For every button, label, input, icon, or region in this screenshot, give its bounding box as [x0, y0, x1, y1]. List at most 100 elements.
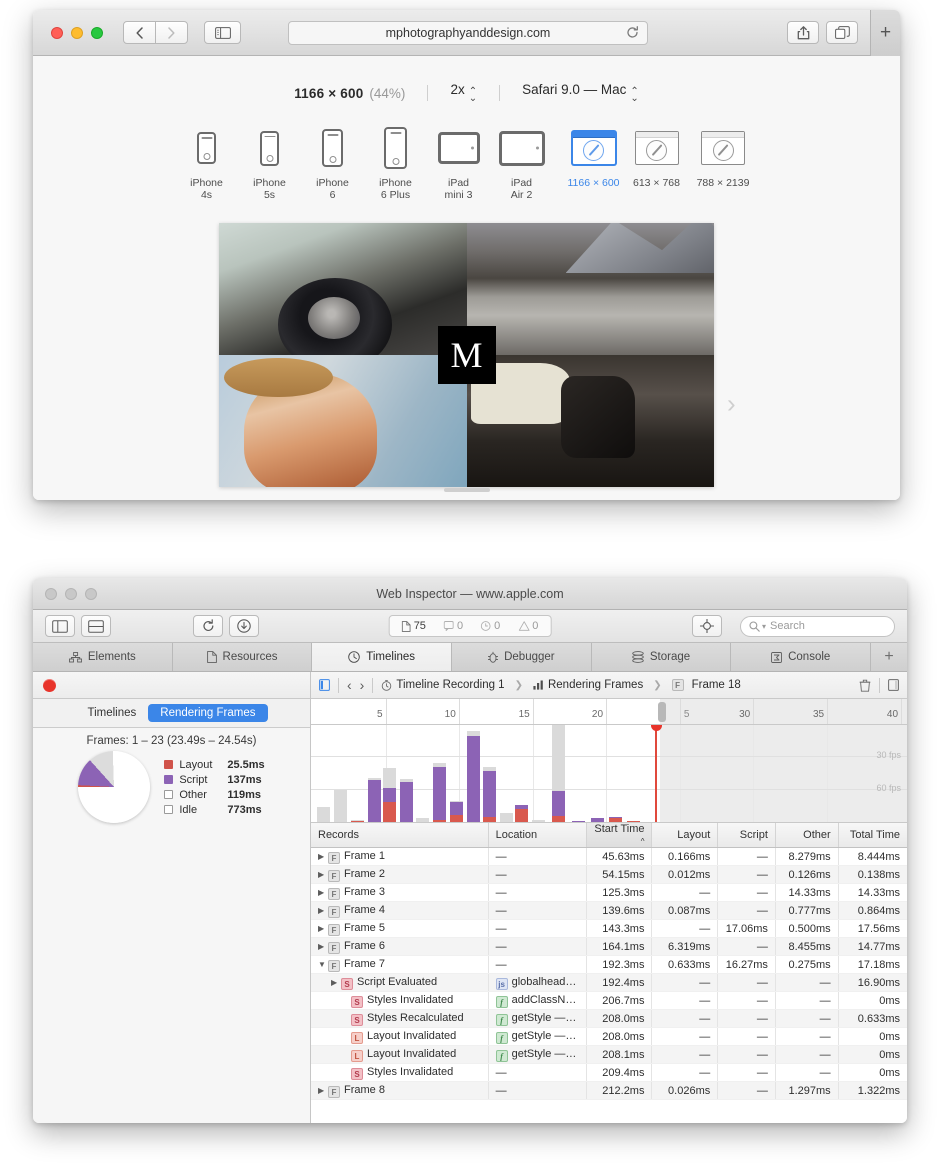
new-tab-button[interactable]: + — [870, 10, 900, 56]
table-row[interactable]: ▶ F Frame 3—125.3ms — —14.33ms 14.33ms — [311, 883, 907, 902]
timeline-back-button[interactable]: ‹ — [347, 677, 352, 693]
device-ipad-air-2[interactable]: iPad Air 2 — [490, 126, 553, 201]
add-tab-button[interactable]: + — [871, 643, 907, 671]
graph-frame-bar[interactable] — [450, 801, 464, 822]
disclosure-triangle[interactable]: ▶ — [318, 1086, 328, 1095]
column-records[interactable]: Records — [311, 823, 489, 848]
resize-handle-bottom[interactable] — [443, 488, 490, 492]
column-total-time[interactable]: Total Time — [838, 823, 907, 848]
reload-icon[interactable] — [626, 26, 639, 39]
device-iphone-4s[interactable]: iPhone 4s — [175, 126, 238, 201]
graph-frame-bar[interactable] — [590, 818, 604, 822]
counter-resources[interactable]: 75 — [394, 620, 434, 632]
disclosure-triangle[interactable]: ▶ — [318, 888, 328, 897]
table-row[interactable]: S Styles Invalidated —209.4ms — — —0ms — [311, 1063, 907, 1082]
resize-handle-right[interactable]: › — [727, 389, 736, 420]
timeline-forward-button[interactable]: › — [360, 677, 365, 693]
table-row[interactable]: ▼ F Frame 7 — 192.3ms 0.633ms 16.27ms 0.275ms 17… — [311, 955, 907, 974]
graph-frame-bar[interactable] — [515, 804, 529, 822]
column-start-time[interactable]: Start Time ^ — [586, 823, 653, 848]
graph-frame-bar[interactable] — [316, 807, 330, 822]
tab-resources[interactable]: Resources — [173, 643, 313, 671]
graph-frame-bar[interactable] — [400, 779, 414, 822]
column-location[interactable]: Location — [488, 823, 587, 848]
tab-timelines[interactable]: Timelines — [312, 643, 453, 671]
timeline-ruler[interactable]: 5 10 15 20 5 30 35 40 — [311, 699, 907, 725]
breadcrumb-timeline-recording[interactable]: Timeline Recording 1 — [381, 679, 505, 691]
device-iphone-5s[interactable]: iPhone 5s — [238, 126, 301, 201]
disclosure-triangle[interactable]: ▶ — [318, 924, 328, 933]
tab-storage[interactable]: Storage — [592, 643, 732, 671]
table-row[interactable]: ▶ F Frame 1—45.63ms 0.166ms —8.279ms 8.444ms — [311, 847, 907, 866]
table-row[interactable]: ▶ F Frame 8—212.2ms 0.026ms —1.297ms 1.322ms — [311, 1081, 907, 1100]
rendering-frames-graph[interactable]: 30 fps 60 fps — [311, 725, 907, 823]
dock-side-button[interactable] — [45, 615, 75, 637]
device-iphone-6[interactable]: iPhone 6 — [301, 126, 364, 201]
forward-button[interactable] — [155, 21, 188, 44]
record-button[interactable] — [43, 678, 56, 692]
details-panel-icon[interactable] — [888, 679, 899, 691]
breadcrumb-frame-18[interactable]: F Frame 18 — [671, 679, 741, 691]
graph-playhead[interactable] — [650, 725, 662, 822]
disclosure-triangle[interactable]: ▼ — [318, 960, 328, 969]
graph-frame-bar[interactable] — [482, 766, 496, 822]
graph-frame-bar[interactable] — [552, 725, 566, 822]
counter-messages[interactable]: 0 — [436, 620, 471, 632]
column-other[interactable]: Other — [775, 823, 839, 848]
segment-timelines[interactable]: Timelines — [75, 704, 148, 722]
graph-frame-bar[interactable] — [499, 813, 513, 822]
zoom-button[interactable] — [91, 26, 103, 39]
reload-page-button[interactable] — [193, 615, 223, 637]
disclosure-triangle[interactable]: ▶ — [318, 906, 328, 915]
graph-frame-bar[interactable] — [383, 768, 397, 822]
graph-frame-bar[interactable] — [333, 790, 347, 822]
node-picker-button[interactable] — [692, 615, 722, 637]
disclosure-triangle[interactable]: ▶ — [318, 852, 328, 861]
window-preset-1166x600[interactable]: 1166 × 600 — [562, 126, 625, 189]
tab-console[interactable]: Console — [731, 643, 872, 671]
table-row[interactable]: ▶ F Frame 6—164.1ms 6.319ms —8.455ms 14.77ms — [311, 937, 907, 956]
graph-frame-bar[interactable] — [532, 819, 546, 822]
device-iphone-6-plus[interactable]: iPhone 6 Plus — [364, 126, 427, 201]
table-row[interactable]: L Layout Invalidated fgetStyle — globalhea… — [311, 1027, 907, 1046]
table-row[interactable]: ▶ F Frame 5—143.3ms —17.06ms 0.500ms 17.56ms — [311, 919, 907, 938]
table-row[interactable]: ▶ F Frame 4—139.6ms 0.087ms —0.777ms 0.864ms — [311, 901, 907, 920]
window-preset-788x2139[interactable]: 788 × 2139 — [688, 126, 758, 189]
share-button[interactable] — [787, 21, 819, 44]
address-bar[interactable]: mphotographyanddesign.com — [288, 20, 648, 45]
show-sidebar-button[interactable] — [204, 21, 241, 44]
download-button[interactable] — [229, 615, 259, 637]
disclosure-triangle[interactable]: ▶ — [331, 978, 341, 987]
ruler-scrub-handle[interactable] — [657, 702, 666, 722]
graph-frame-bar[interactable] — [433, 763, 447, 822]
graph-frame-bar[interactable] — [627, 820, 641, 822]
graph-frame-bar[interactable] — [350, 819, 364, 822]
scale-selector[interactable]: 2x ⌃ ⌄ — [450, 82, 477, 104]
minimize-button[interactable] — [71, 26, 83, 39]
counter-clock[interactable]: 0 — [473, 620, 508, 632]
graph-frame-bar[interactable] — [367, 777, 381, 822]
table-row[interactable]: L Layout Invalidated fgetStyle — globalhea… — [311, 1045, 907, 1064]
window-preset-613x768[interactable]: 613 × 768 — [625, 126, 688, 189]
trash-icon[interactable] — [859, 679, 871, 692]
device-ipad-mini-3[interactable]: iPad mini 3 — [427, 126, 490, 201]
close-button[interactable] — [51, 26, 63, 39]
graph-frame-bar[interactable] — [467, 731, 481, 822]
graph-frame-bar[interactable] — [416, 818, 429, 822]
table-row[interactable]: S Styles Invalidated faddClassName — glo..… — [311, 991, 907, 1010]
tab-elements[interactable]: Elements — [33, 643, 173, 671]
table-row[interactable]: ▶ F Frame 2—54.15ms 0.012ms —0.126ms 0.138ms — [311, 865, 907, 884]
segment-rendering-frames[interactable]: Rendering Frames — [148, 704, 268, 722]
user-agent-selector[interactable]: Safari 9.0 — Mac ⌃ ⌄ — [522, 82, 639, 104]
table-row[interactable]: ▶S Script Evaluated jsglobalheader.js:1192… — [311, 973, 907, 992]
graph-frame-bar[interactable] — [572, 820, 586, 822]
breadcrumb-rendering-frames[interactable]: Rendering Frames — [533, 679, 643, 691]
column-script[interactable]: Script — [717, 823, 776, 848]
disclosure-triangle[interactable]: ▶ — [318, 942, 328, 951]
search-field[interactable]: ▾ Search — [740, 615, 895, 637]
back-button[interactable] — [123, 21, 156, 44]
show-tabs-button[interactable] — [826, 21, 858, 44]
tab-debugger[interactable]: Debugger — [452, 643, 592, 671]
records-table-container[interactable]: Records Location Start Time ^ Layout Scr… — [311, 823, 907, 1123]
toggle-sidebar-icon[interactable] — [319, 679, 330, 691]
